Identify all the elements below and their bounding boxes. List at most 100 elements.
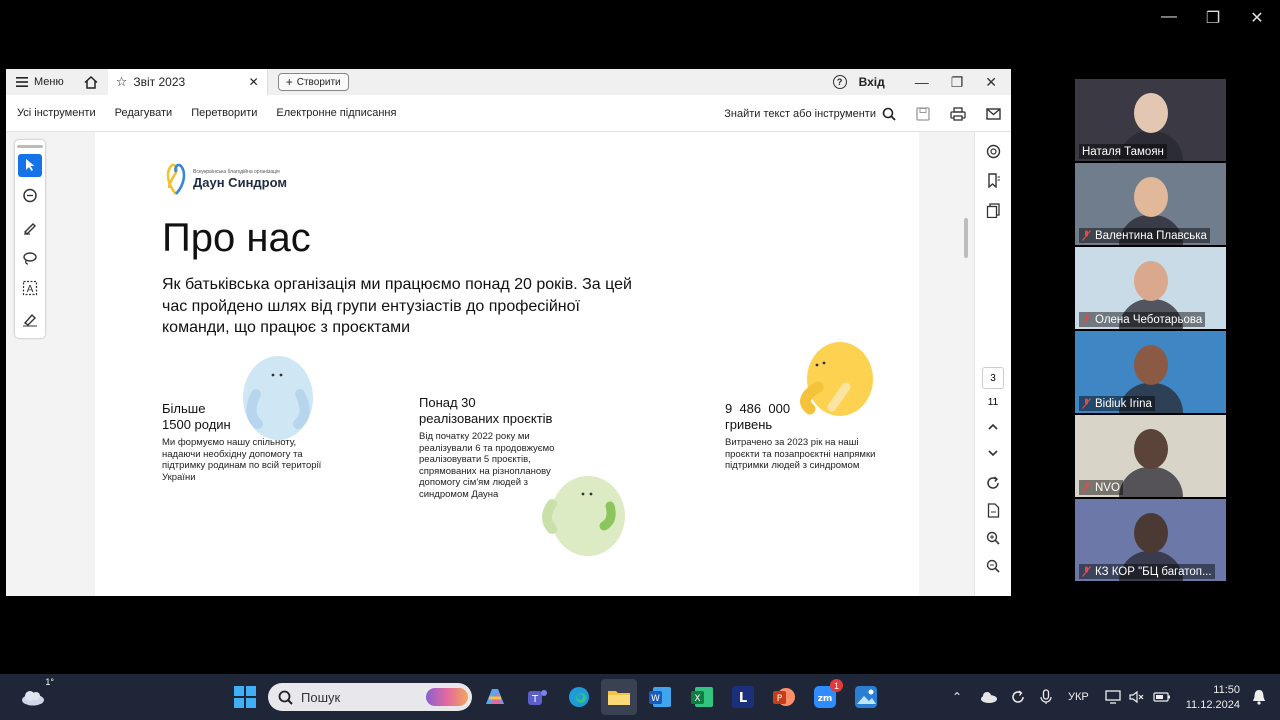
participant-name: Олена Чеботарьова — [1079, 312, 1206, 327]
participant-name: Наталя Тамоян — [1079, 144, 1167, 159]
text-tool-button[interactable]: A — [18, 277, 42, 300]
participant-tile[interactable]: Олена Чеботарьова — [1075, 247, 1226, 329]
participant-tile[interactable]: Валентина Плавська — [1075, 163, 1226, 245]
page-scrollbar[interactable] — [964, 218, 968, 258]
weather-widget[interactable]: 1° — [16, 677, 54, 711]
tab-title: Звіт 2023 — [133, 75, 186, 89]
menu-button[interactable]: Меню — [6, 69, 74, 95]
zoom-app[interactable]: zm 1 — [811, 679, 843, 711]
clock[interactable]: 11:50 11.12.2024 — [1186, 683, 1240, 713]
screen: — ❐ ✕ Меню ☆ Звіт 2023 ✕ + Створити ? Вх… — [0, 0, 1280, 720]
find-label: Знайти текст або інструменти — [724, 107, 876, 120]
save-icon[interactable] — [916, 106, 930, 121]
stat-families-description: Ми формуємо нашу спільноту, надаючи необ… — [162, 437, 322, 483]
participant-face — [1133, 261, 1168, 301]
select-tool-button[interactable] — [18, 153, 42, 178]
taskbar-search[interactable]: Пошук — [268, 683, 472, 711]
next-page-button[interactable] — [980, 442, 1006, 464]
restore-icon[interactable]: ❐ — [1204, 8, 1222, 28]
language-indicator[interactable]: УКР — [1068, 691, 1089, 703]
file-explorer-app[interactable] — [601, 679, 637, 715]
app-maximize-icon[interactable]: ❐ — [951, 74, 964, 91]
start-button[interactable] — [231, 683, 259, 711]
l-app[interactable]: L — [729, 683, 757, 711]
rotate-button[interactable] — [980, 472, 1006, 494]
participant-tile[interactable]: NVO — [1075, 415, 1226, 497]
find-tools-search[interactable]: Знайти текст або інструменти — [724, 107, 896, 121]
volume-muted-icon[interactable] — [1129, 690, 1145, 704]
stat-funding-description: Витрачено за 2023 рік на наші проєкти та… — [725, 437, 876, 471]
display-icon[interactable] — [1105, 690, 1121, 704]
signin-button[interactable]: Вхід — [859, 75, 885, 89]
draw-tool-button[interactable] — [18, 246, 42, 269]
minimize-icon[interactable]: — — [1160, 8, 1178, 28]
excel-icon: X — [691, 687, 713, 707]
rail-grip[interactable] — [17, 145, 43, 148]
toolbar-convert[interactable]: Перетворити — [191, 107, 257, 119]
pages-button[interactable] — [980, 199, 1006, 221]
cursor-icon — [26, 159, 35, 172]
email-icon[interactable] — [986, 107, 1001, 120]
clock-date: 11.12.2024 — [1185, 699, 1240, 711]
onedrive-icon[interactable] — [980, 691, 998, 703]
zoom-out-button[interactable] — [980, 555, 1006, 577]
stat-funding: 9 486 000 гривень — [725, 401, 790, 433]
participant-tile[interactable]: КЗ КОР "БЦ багатоп... — [1075, 499, 1226, 581]
participant-face — [1133, 177, 1168, 217]
toolbar-edit[interactable]: Редагувати — [115, 107, 173, 119]
photos-icon — [855, 686, 877, 708]
participant-tile[interactable]: Наталя Тамоян — [1075, 79, 1226, 161]
comment-tool-button[interactable] — [18, 185, 42, 208]
battery-icon[interactable] — [1153, 691, 1171, 703]
tab-bar: Меню ☆ Звіт 2023 ✕ + Створити ? Вхід — ❐ — [6, 69, 1011, 95]
print-icon[interactable] — [950, 106, 966, 121]
excel-app[interactable]: X — [688, 683, 716, 711]
star-icon[interactable]: ☆ — [116, 74, 128, 90]
sign-tool-button[interactable] — [18, 307, 42, 330]
close-icon[interactable]: ✕ — [1248, 8, 1266, 28]
photos-app[interactable] — [852, 683, 880, 711]
highlight-tool-button[interactable] — [18, 215, 42, 238]
participant-face — [1133, 345, 1168, 385]
zoom-in-button[interactable] — [980, 527, 1006, 549]
svg-text:X: X — [694, 694, 700, 704]
word-app[interactable]: W — [646, 683, 674, 711]
page-export-button[interactable] — [980, 499, 1006, 521]
create-button[interactable]: + Створити — [277, 73, 349, 91]
blue-character-illustration — [243, 356, 313, 440]
tab-close-icon[interactable]: ✕ — [249, 75, 259, 89]
sync-icon[interactable] — [1010, 689, 1026, 705]
participant-face — [1133, 513, 1168, 553]
pdf-reader-window: Меню ☆ Звіт 2023 ✕ + Створити ? Вхід — ❐ — [6, 69, 1011, 596]
previous-page-button[interactable] — [980, 416, 1006, 438]
app-close-icon[interactable]: ✕ — [985, 74, 997, 91]
notification-bell-icon[interactable] — [1252, 689, 1266, 705]
copilot-app[interactable] — [481, 683, 509, 711]
teams-app[interactable]: T — [523, 683, 551, 711]
hamburger-icon — [16, 77, 28, 87]
signature-icon — [23, 313, 37, 327]
word-icon: W — [649, 687, 671, 707]
help-icon[interactable]: ? — [832, 75, 847, 89]
powerpoint-app[interactable]: P — [770, 683, 798, 711]
app-minimize-icon[interactable]: — — [915, 74, 929, 91]
participant-tile[interactable]: Bidiuk Irina — [1075, 331, 1226, 413]
toolbar-all-tools[interactable]: Усі інструменти — [17, 107, 96, 119]
powerpoint-icon: P — [773, 688, 795, 706]
zoom-notification-badge: 1 — [830, 679, 843, 692]
bookmarks-button[interactable] — [980, 169, 1006, 191]
tab-document[interactable]: ☆ Звіт 2023 ✕ — [107, 69, 268, 95]
stat-projects-line1: Понад 30 — [419, 395, 476, 410]
toolbar-esign[interactable]: Електронне підписання — [276, 107, 396, 119]
chevron-up-icon — [988, 423, 998, 430]
muted-mic-icon — [1082, 230, 1091, 241]
edge-app[interactable] — [565, 683, 593, 711]
stat-funding-line2: гривень — [725, 417, 773, 432]
chevron-up-icon[interactable]: ⌃ — [948, 690, 966, 704]
current-page-input[interactable]: 3 — [982, 367, 1004, 389]
stat-families-line1: Більше — [162, 401, 206, 416]
home-button[interactable] — [74, 69, 108, 95]
ai-assistant-button[interactable] — [980, 140, 1006, 162]
microphone-icon[interactable] — [1040, 689, 1052, 705]
participant-name: Bidiuk Irina — [1079, 396, 1155, 411]
